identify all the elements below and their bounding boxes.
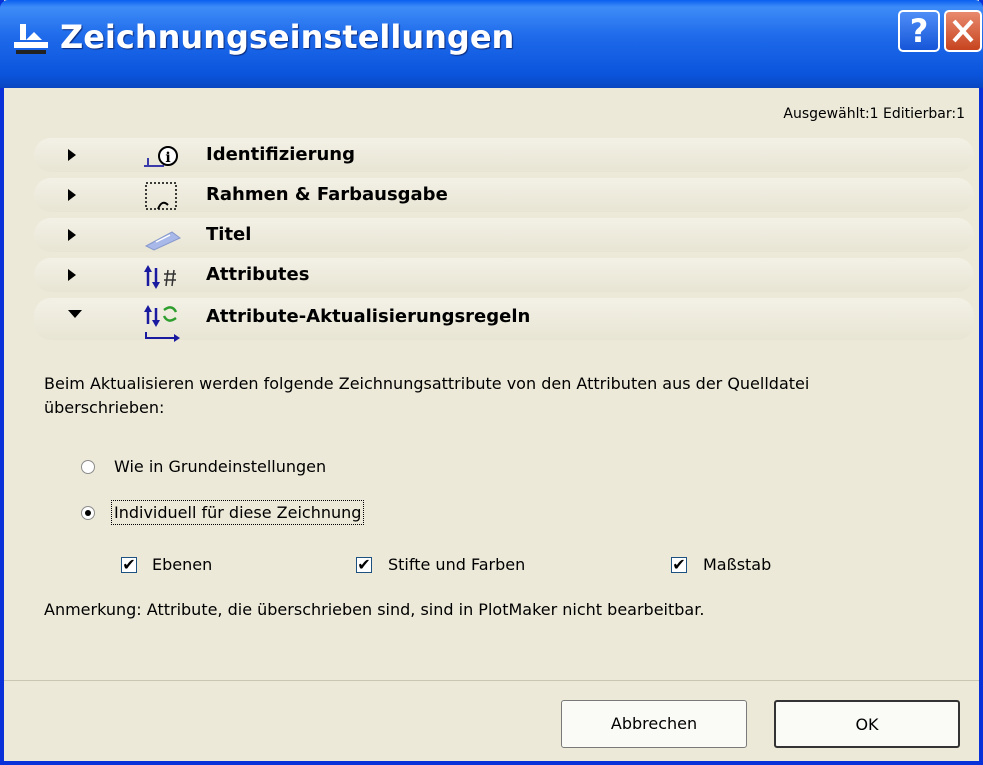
selection-info: Ausgewählt:1 Editierbar:1 — [783, 106, 965, 122]
frame-icon — [145, 182, 177, 210]
cancel-button[interactable]: Abbrechen — [561, 700, 747, 748]
info-icon: i — [144, 146, 178, 167]
section-label: Attribute-Aktualisierungsregeln — [206, 306, 531, 327]
note-text: Anmerkung: Attribute, die überschrieben … — [44, 600, 705, 619]
expand-arrow-icon[interactable] — [68, 189, 76, 201]
checkbox-label: Maßstab — [703, 555, 772, 574]
section-titel[interactable]: Titel — [34, 218, 974, 252]
ok-button[interactable]: OK — [774, 700, 960, 748]
expand-arrow-icon[interactable] — [68, 229, 76, 241]
radio-label: Individuell für diese Zeichnung — [110, 500, 365, 525]
attributes-icon — [144, 265, 176, 289]
svg-text:i: i — [165, 150, 170, 166]
expand-arrow-icon[interactable] — [68, 269, 76, 281]
section-label: Rahmen & Farbausgabe — [206, 184, 448, 205]
attribute-update-icon — [144, 305, 180, 342]
radio-label: Wie in Grundeinstellungen — [114, 457, 327, 476]
radio-wie-in-grundeinstellungen[interactable] — [81, 460, 95, 474]
radio-individuell[interactable] — [81, 506, 95, 520]
collapse-arrow-icon[interactable] — [68, 310, 82, 318]
separator — [4, 680, 979, 681]
help-button[interactable]: ? — [898, 10, 940, 52]
section-label: Identifizierung — [206, 144, 355, 165]
drawing-settings-icon — [14, 24, 48, 54]
checkbox-massstab[interactable]: ✔ — [671, 557, 687, 573]
checkbox-label: Ebenen — [152, 555, 213, 574]
update-rules-description: Beim Aktualisieren werden folgende Zeich… — [44, 374, 810, 417]
section-attribute-aktualisierungsregeln[interactable]: Attribute-Aktualisierungsregeln — [34, 298, 974, 342]
section-identifizierung[interactable]: i Identifizierung — [34, 138, 974, 172]
close-button[interactable] — [944, 10, 982, 52]
window-title: Zeichnungseinstellungen — [60, 18, 515, 56]
close-icon — [952, 19, 974, 43]
checkbox-ebenen[interactable]: ✔ — [121, 557, 137, 573]
dialog-window: Zeichnungseinstellungen ? Ausgewählt:1 E… — [0, 0, 983, 765]
title-label-icon — [144, 231, 181, 251]
checkbox-stifte-und-farben[interactable]: ✔ — [356, 557, 372, 573]
expand-arrow-icon[interactable] — [68, 149, 76, 161]
section-label: Attributes — [206, 264, 310, 285]
section-attributes[interactable]: Attributes — [34, 258, 974, 292]
section-label: Titel — [206, 224, 252, 245]
section-rahmen-farbausgabe[interactable]: Rahmen & Farbausgabe — [34, 178, 974, 212]
checkbox-label: Stifte und Farben — [388, 555, 526, 574]
title-bar[interactable]: Zeichnungseinstellungen ? — [0, 0, 983, 88]
